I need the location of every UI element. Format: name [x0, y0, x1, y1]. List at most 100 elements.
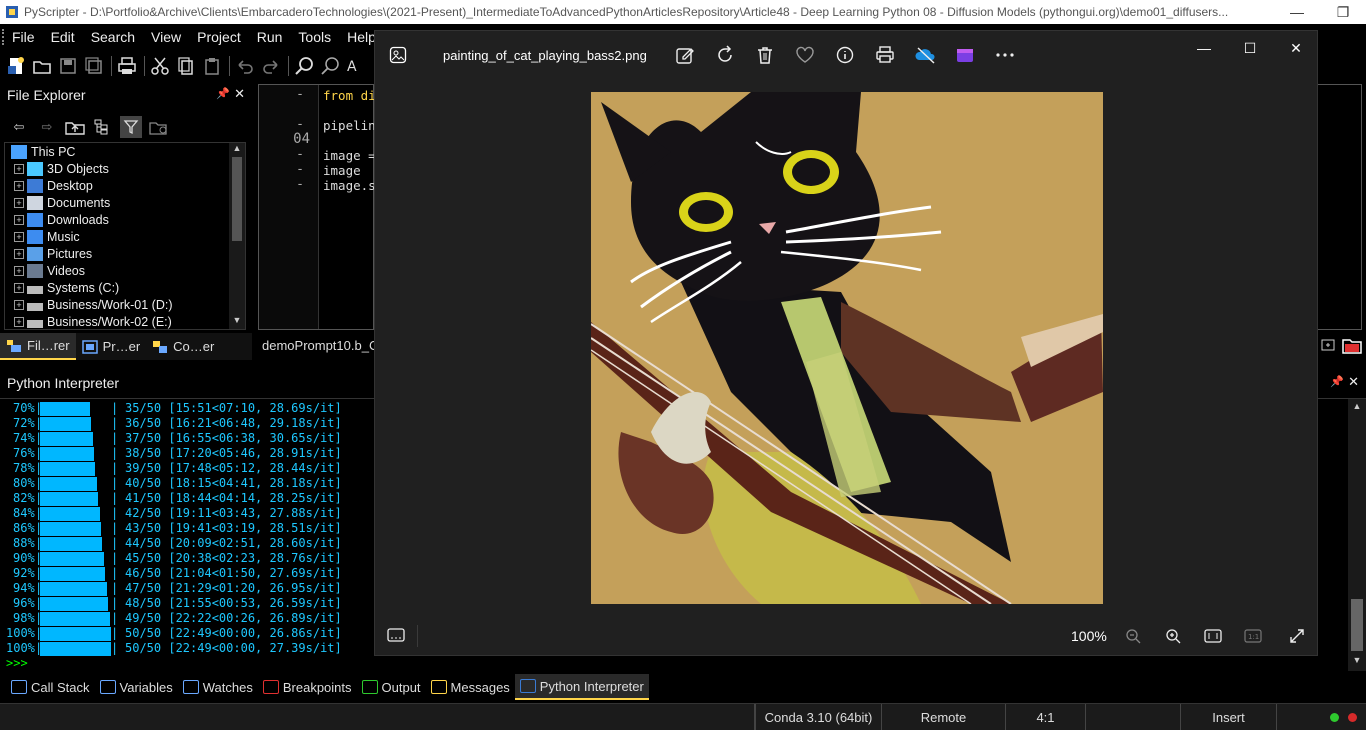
scroll-down-icon[interactable]: ▼ — [229, 315, 245, 329]
find-next-icon[interactable] — [318, 54, 342, 78]
scroll-up-icon[interactable]: ▲ — [229, 143, 245, 157]
scroll-thumb[interactable] — [1351, 599, 1363, 651]
restore-button[interactable]: ❐ — [1320, 0, 1366, 24]
tab-code-explorer[interactable]: Co…er — [146, 333, 220, 360]
zoom-out-icon[interactable] — [1123, 626, 1143, 646]
tree-item-business-work-01-d[interactable]: + Business/Work-01 (D:) — [5, 296, 245, 313]
open-folder-icon[interactable] — [1342, 336, 1362, 354]
gutter-mark: - — [296, 147, 304, 162]
undo-icon[interactable] — [233, 54, 257, 78]
back-icon[interactable]: ⇦ — [8, 116, 30, 138]
rotate-icon[interactable] — [715, 44, 735, 66]
viewer-close-button[interactable]: ✕ — [1273, 31, 1319, 65]
tab-file-explorer[interactable]: Fil…rer — [0, 333, 76, 360]
scroll-thumb[interactable] — [232, 157, 242, 241]
expand-icon[interactable]: + — [14, 163, 24, 174]
pin-icon[interactable]: 📌 — [1330, 375, 1344, 388]
clipchamp-icon[interactable] — [955, 44, 975, 66]
save-all-icon[interactable] — [82, 54, 106, 78]
info-icon[interactable] — [835, 44, 855, 66]
expand-icon[interactable]: + — [14, 214, 24, 225]
cut-icon[interactable] — [148, 54, 172, 78]
editor-tab[interactable]: demoPrompt10.b_C — [258, 334, 374, 356]
pin-icon[interactable]: 📌 — [216, 87, 230, 100]
status-environment[interactable]: Conda 3.10 (64bit) — [755, 704, 881, 730]
filter-icon[interactable] — [120, 116, 142, 138]
menu-project[interactable]: Project — [189, 29, 249, 45]
code-editor[interactable]: - - 04 - - - from di pipelin image = ima… — [258, 84, 383, 330]
tree-item-pictures[interactable]: + Pictures — [5, 245, 245, 262]
expand-icon[interactable]: + — [14, 316, 24, 327]
viewer-minimize-button[interactable]: — — [1181, 31, 1227, 65]
fullscreen-icon[interactable] — [1287, 626, 1307, 646]
tree-item-desktop[interactable]: + Desktop — [5, 177, 245, 194]
tree-item-3d-objects[interactable]: +3D Objects — [5, 160, 245, 177]
expand-icon[interactable]: + — [14, 282, 24, 293]
progress-separator: | — [111, 506, 119, 520]
print-icon[interactable] — [115, 54, 139, 78]
expand-icon[interactable]: + — [14, 180, 24, 191]
progress-separator: | — [111, 626, 119, 640]
menu-run[interactable]: Run — [249, 29, 291, 45]
more-icon[interactable] — [995, 44, 1015, 66]
expand-icon[interactable]: + — [14, 265, 24, 276]
tab-watches[interactable]: Watches — [178, 674, 258, 700]
tab-project-explorer[interactable]: Pr…er — [76, 333, 147, 360]
expand-icon[interactable]: + — [14, 248, 24, 259]
menu-search[interactable]: Search — [83, 29, 143, 45]
forward-icon[interactable]: ⇨ — [36, 116, 58, 138]
filmstrip-icon[interactable] — [387, 627, 405, 643]
search-icon[interactable] — [292, 54, 316, 78]
tree-item-documents[interactable]: + Documents — [5, 194, 245, 211]
tab-output[interactable]: Output — [357, 674, 426, 700]
zoom-in-icon[interactable] — [1163, 626, 1183, 646]
menu-view[interactable]: View — [143, 29, 189, 45]
tab-breakpoints[interactable]: Breakpoints — [258, 674, 357, 700]
close-icon[interactable]: ✕ — [1348, 374, 1359, 390]
edit-icon[interactable] — [675, 44, 695, 66]
tree-item-this-pc[interactable]: This PC — [5, 143, 245, 160]
tab-messages[interactable]: Messages — [426, 674, 515, 700]
menu-tools[interactable]: Tools — [290, 29, 339, 45]
open-file-icon[interactable] — [30, 54, 54, 78]
menu-file[interactable]: File — [4, 29, 43, 45]
actual-size-icon[interactable]: 1:1 — [1243, 626, 1263, 646]
minimize-button[interactable]: — — [1274, 0, 1320, 24]
tree-item-business-work-02-e[interactable]: + Business/Work-02 (E:) — [5, 313, 245, 330]
redo-icon[interactable] — [259, 54, 283, 78]
expand-icon[interactable]: + — [14, 197, 24, 208]
expand-icon[interactable]: + — [14, 231, 24, 242]
tree-item-downloads[interactable]: + Downloads — [5, 211, 245, 228]
save-icon[interactable] — [56, 54, 80, 78]
tree-item-systems-c[interactable]: + Systems (C:) — [5, 279, 245, 296]
progress-separator: | — [111, 521, 119, 535]
console-scrollbar[interactable]: ▲ ▼ — [1348, 399, 1366, 671]
tree-scrollbar[interactable]: ▲ ▼ — [229, 143, 245, 329]
new-folder-icon[interactable] — [148, 116, 170, 138]
tab-call-stack[interactable]: Call Stack — [6, 674, 95, 700]
onedrive-icon[interactable] — [915, 44, 935, 66]
tree-item-music[interactable]: + Music — [5, 228, 245, 245]
scroll-up-icon[interactable]: ▲ — [1348, 401, 1366, 415]
paste-icon[interactable] — [200, 54, 224, 78]
expand-icon[interactable]: + — [14, 299, 24, 310]
delete-icon[interactable] — [755, 44, 775, 66]
desktop-icon — [27, 178, 43, 193]
menu-edit[interactable]: Edit — [43, 29, 83, 45]
tree-item-videos[interactable]: + Videos — [5, 262, 245, 279]
new-window-icon[interactable] — [1320, 336, 1336, 352]
tab-variables[interactable]: Variables — [95, 674, 178, 700]
fit-to-window-icon[interactable] — [1203, 626, 1223, 646]
favorite-icon[interactable] — [795, 44, 815, 66]
replace-icon[interactable]: A — [344, 54, 368, 78]
close-icon[interactable]: ✕ — [234, 86, 245, 102]
up-folder-icon[interactable] — [64, 116, 86, 138]
tab-python-interpreter[interactable]: Python Interpreter — [514, 674, 649, 700]
tree-view-icon[interactable] — [92, 116, 114, 138]
new-file-icon[interactable] — [4, 54, 28, 78]
status-remote[interactable]: Remote — [881, 704, 1005, 730]
print-icon[interactable] — [875, 44, 895, 66]
viewer-maximize-button[interactable]: ☐ — [1227, 31, 1273, 65]
scroll-down-icon[interactable]: ▼ — [1348, 655, 1366, 669]
copy-icon[interactable] — [174, 54, 198, 78]
